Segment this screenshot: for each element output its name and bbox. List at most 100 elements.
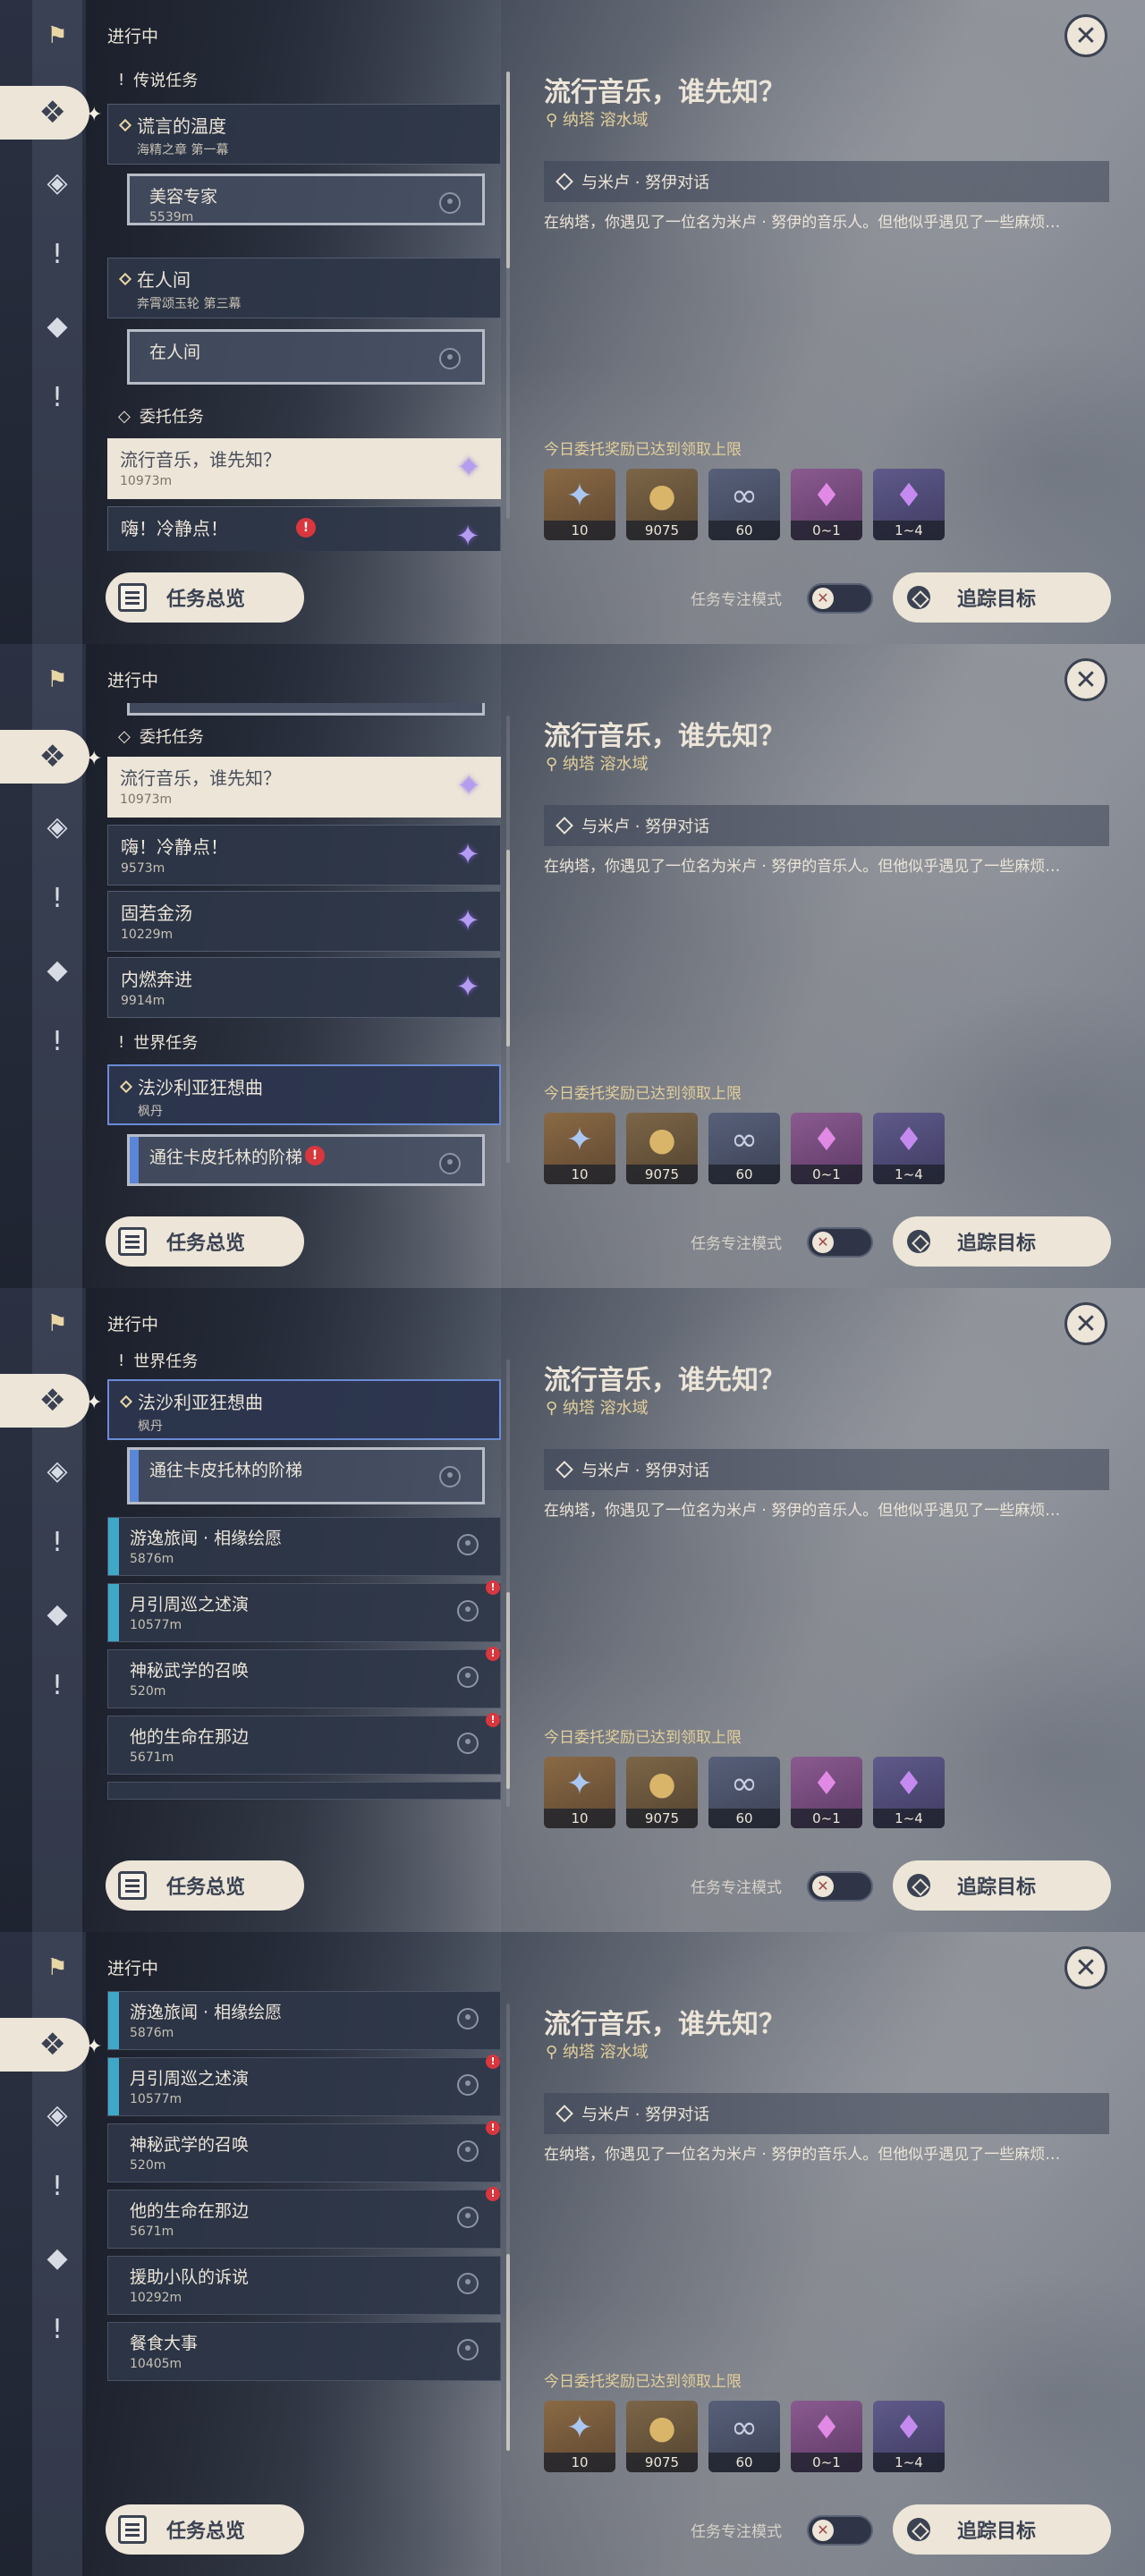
archon-quest-icon[interactable]: ◈ — [36, 805, 79, 848]
rail-active-all-icon[interactable]: ❖ — [0, 730, 89, 784]
world-quest-card[interactable]: 他的生命在那边 5671m ! — [107, 1713, 501, 1775]
focus-mode-toggle[interactable]: ✕ — [807, 1871, 873, 1902]
rail-active-all-icon[interactable]: ❖ — [0, 86, 89, 140]
world-quest-card[interactable]: 神秘武学的召唤 520m ! — [107, 1647, 501, 1708]
location-pin-icon[interactable] — [457, 1666, 479, 1688]
close-button[interactable]: ✕ — [1064, 14, 1107, 57]
overview-button[interactable]: 任务总览 — [106, 2504, 304, 2555]
rail-active-all-icon[interactable]: ❖ — [0, 1374, 89, 1428]
reward-mora[interactable]: ● 9075 — [626, 469, 698, 540]
quest-card-selected[interactable]: 流行音乐，谁先知？ 10973m ✦ — [107, 757, 501, 818]
world-quest-card[interactable]: 神秘武学的召唤 520m ! — [107, 2121, 501, 2182]
bookmark-icon[interactable]: ⚑ — [39, 18, 75, 54]
bookmark-icon[interactable]: ⚑ — [39, 1950, 75, 1986]
bookmark-icon[interactable]: ⚑ — [39, 1306, 75, 1342]
sub-quest-card[interactable]: 在人间 — [127, 329, 485, 385]
location-pin-icon[interactable] — [457, 2074, 479, 2096]
reward-primogem[interactable]: ✦ 10 — [544, 1757, 615, 1828]
story-quest-icon[interactable]: ! — [36, 233, 79, 275]
quest-card[interactable]: 在人间 奔霄颂玉轮 第三幕 — [107, 258, 501, 318]
commission-icon[interactable]: ◆ — [36, 948, 79, 991]
close-button[interactable]: ✕ — [1064, 1302, 1107, 1345]
archon-quest-icon[interactable]: ◈ — [36, 161, 79, 204]
world-quest-card[interactable]: 他的生命在那边 5671m ! — [107, 2187, 501, 2249]
reward-mora[interactable]: ● 9075 — [626, 1757, 698, 1828]
reward-crystal[interactable]: ♦ 0~1 — [791, 2401, 862, 2472]
world-quest-card[interactable]: 餐食大事 10405m — [107, 2322, 501, 2381]
quest-card[interactable]: 嗨！冷静点！ 9573m ✦ — [107, 825, 501, 886]
overview-button[interactable]: 任务总览 — [106, 572, 304, 623]
location-pin-icon[interactable] — [457, 1600, 479, 1622]
location-pin-icon[interactable] — [457, 1733, 479, 1754]
scrollbar-thumb[interactable] — [506, 850, 510, 1046]
quest-card[interactable]: 谎言的温度 海精之章 第一幕 — [107, 104, 501, 165]
reward-friendship[interactable]: ∞ 60 — [708, 469, 780, 540]
reward-mora[interactable]: ● 9075 — [626, 1113, 698, 1184]
overview-button[interactable]: 任务总览 — [106, 1216, 304, 1267]
reward-crystal-purple[interactable]: ♦ 1~4 — [873, 469, 945, 540]
quest-card-selected[interactable]: 流行音乐，谁先知？ 10973m ✦ — [107, 438, 501, 499]
sub-quest-card[interactable]: 通往卡皮托林的阶梯 ! — [127, 1134, 485, 1186]
commission-icon[interactable]: ◆ — [36, 2236, 79, 2279]
close-button[interactable]: ✕ — [1064, 1946, 1107, 1989]
location-pin-icon[interactable] — [457, 1534, 479, 1555]
bookmark-icon[interactable]: ⚑ — [39, 662, 75, 698]
location-pin-icon[interactable] — [457, 2339, 479, 2360]
scrollbar-thumb[interactable] — [506, 1592, 510, 1789]
reward-crystal-purple[interactable]: ♦ 1~4 — [873, 1113, 945, 1184]
focus-mode-toggle[interactable]: ✕ — [807, 2515, 873, 2546]
commission-icon[interactable]: ◆ — [36, 1592, 79, 1635]
location-pin-icon[interactable] — [439, 348, 461, 369]
reward-mora[interactable]: ● 9075 — [626, 2401, 698, 2472]
archon-quest-icon[interactable]: ◈ — [36, 2093, 79, 2136]
location-pin-icon[interactable] — [457, 2207, 479, 2228]
location-pin-icon[interactable] — [457, 2140, 479, 2162]
reward-primogem[interactable]: ✦ 10 — [544, 1113, 615, 1184]
close-button[interactable]: ✕ — [1064, 658, 1107, 701]
reward-friendship[interactable]: ∞ 60 — [708, 1113, 780, 1184]
sub-quest-card[interactable]: 通往卡皮托林的阶梯 — [127, 1447, 485, 1504]
world-quest-card[interactable]: 游逸旅闻 · 相缘绘愿 5876m — [107, 1991, 501, 2050]
reward-primogem[interactable]: ✦ 10 — [544, 2401, 615, 2472]
world-quest-card[interactable]: 游逸旅闻 · 相缘绘愿 5876m — [107, 1517, 501, 1576]
world-quest-card[interactable]: 月引周巡之述演 10577m ! — [107, 1580, 501, 1642]
location-pin-icon[interactable] — [457, 2008, 479, 2029]
location-pin-icon[interactable] — [439, 192, 461, 214]
world-quest-icon[interactable]: ! — [36, 376, 79, 419]
quest-card[interactable]: 嗨！冷静点！ ! ✦ — [107, 506, 501, 551]
world-quest-card[interactable]: 援助小队的诉说 10292m — [107, 2256, 501, 2315]
track-button[interactable]: 追踪目标 — [893, 2504, 1111, 2555]
quest-card[interactable]: 内燃奔进 9914m ✦ — [107, 957, 501, 1018]
location-pin-icon[interactable] — [457, 2273, 479, 2294]
world-quest-icon[interactable]: ! — [36, 1020, 79, 1063]
rail-active-all-icon[interactable]: ❖ — [0, 2018, 89, 2072]
reward-friendship[interactable]: ∞ 60 — [708, 1757, 780, 1828]
world-quest-icon[interactable]: ! — [36, 2308, 79, 2351]
focus-mode-toggle[interactable]: ✕ — [807, 1227, 873, 1258]
track-button[interactable]: 追踪目标 — [893, 1860, 1111, 1911]
quest-card-highlighted[interactable]: 法沙利亚狂想曲 枫丹 — [107, 1064, 501, 1125]
quest-card[interactable]: 固若金汤 10229m ✦ — [107, 891, 501, 952]
track-button[interactable]: 追踪目标 — [893, 572, 1111, 623]
scrollbar-thumb[interactable] — [506, 2254, 510, 2451]
sub-quest-card[interactable]: 美容专家 5539m — [127, 174, 485, 225]
story-quest-icon[interactable]: ! — [36, 1521, 79, 1563]
reward-primogem[interactable]: ✦ 10 — [544, 469, 615, 540]
reward-friendship[interactable]: ∞ 60 — [708, 2401, 780, 2472]
reward-crystal[interactable]: ♦ 0~1 — [791, 1113, 862, 1184]
location-pin-icon[interactable] — [439, 1153, 461, 1174]
location-pin-icon[interactable] — [439, 1466, 461, 1487]
story-quest-icon[interactable]: ! — [36, 877, 79, 919]
world-quest-icon[interactable]: ! — [36, 1664, 79, 1707]
focus-mode-toggle[interactable]: ✕ — [807, 583, 873, 614]
archon-quest-icon[interactable]: ◈ — [36, 1449, 79, 1492]
overview-button[interactable]: 任务总览 — [106, 1860, 304, 1911]
reward-crystal-purple[interactable]: ♦ 1~4 — [873, 2401, 945, 2472]
commission-icon[interactable]: ◆ — [36, 304, 79, 347]
reward-crystal[interactable]: ♦ 0~1 — [791, 1757, 862, 1828]
track-button[interactable]: 追踪目标 — [893, 1216, 1111, 1267]
story-quest-icon[interactable]: ! — [36, 2165, 79, 2207]
reward-crystal-purple[interactable]: ♦ 1~4 — [873, 1757, 945, 1828]
world-quest-card[interactable]: 月引周巡之述演 10577m ! — [107, 2055, 501, 2116]
reward-crystal[interactable]: ♦ 0~1 — [791, 469, 862, 540]
